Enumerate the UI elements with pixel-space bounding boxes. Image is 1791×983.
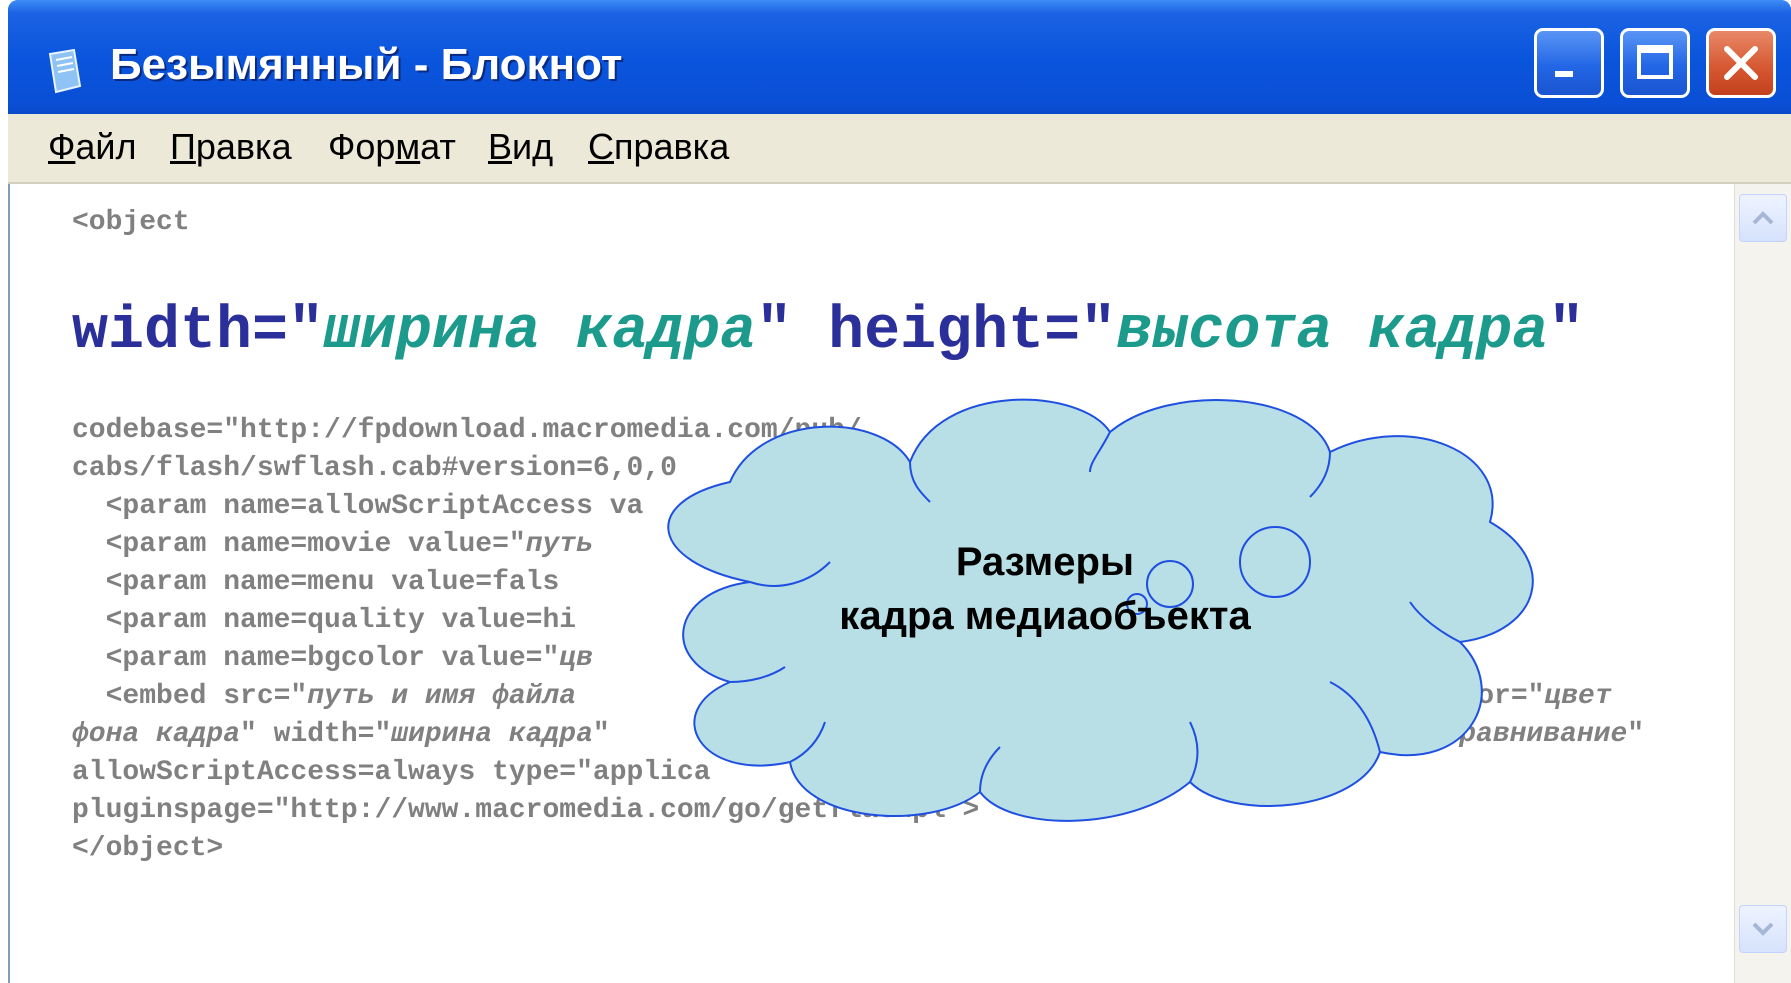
code-segment: путь и имя файла	[307, 681, 577, 712]
height-attr: " height="	[756, 298, 1117, 366]
title-bar[interactable]: Безымянный - Блокнот	[8, 0, 1791, 130]
code-segment: фона кадра	[72, 719, 241, 750]
code-line-l2: cabs/flash/swflash.cab#version=6,0,0	[72, 450, 677, 488]
code-segment: <param name=movie value="	[72, 529, 526, 560]
code-segment: </object>	[72, 833, 224, 864]
menu-format-rest: ат	[420, 126, 456, 167]
end-quote: "	[1548, 298, 1585, 366]
code-segment: cabs/flash/swflash.cab#version=6,0,0	[72, 453, 677, 484]
code-segment: <embed src="	[72, 681, 308, 712]
menu-format-accel: м	[395, 126, 421, 167]
code-line-l8a: <embed src="путь и имя файла	[72, 678, 577, 716]
scroll-down-button[interactable]	[1739, 905, 1787, 953]
close-button[interactable]	[1706, 28, 1776, 98]
scroll-up-button[interactable]	[1739, 194, 1787, 242]
callout-line-1: Размеры	[955, 540, 1135, 584]
maximize-button[interactable]	[1620, 28, 1690, 98]
menu-view-accel: В	[488, 126, 513, 167]
code-line-l12: </object>	[72, 830, 223, 868]
menu-edit[interactable]: Правка	[170, 126, 292, 168]
menu-file[interactable]: Файл	[48, 126, 137, 168]
callout-text: Размеры кадра медиаобъекта	[765, 535, 1325, 643]
code-segment: " width="	[240, 719, 392, 750]
code-segment: <param name=menu value=fals	[72, 567, 560, 598]
minimize-icon	[1555, 71, 1573, 77]
code-line-l9a: фона кадра" width="ширина кадра"	[72, 716, 610, 754]
minimize-button[interactable]	[1534, 28, 1604, 98]
window-title: Безымянный - Блокнот	[110, 40, 623, 89]
code-segment: <param name=allowScriptAccess va	[72, 491, 644, 522]
menu-edit-rest: равка	[195, 126, 292, 167]
code-line-l6: <param name=quality value=hi	[72, 602, 577, 640]
menu-format[interactable]: Формат	[328, 126, 456, 168]
vertical-scrollbar[interactable]	[1734, 184, 1791, 983]
menu-view-rest: ид	[512, 126, 554, 167]
code-line-l3: <param name=allowScriptAccess va	[72, 488, 644, 526]
height-value: высота кадра	[1116, 298, 1549, 366]
code-line-l7: <param name=bgcolor value="цв	[72, 640, 593, 678]
code-segment: путь	[525, 529, 593, 560]
menu-bar: Файл Правка Формат Вид Справка	[8, 114, 1791, 184]
chevron-down-icon	[1752, 922, 1774, 936]
width-attr: width="	[72, 298, 325, 366]
menu-file-accel: Ф	[48, 126, 76, 167]
menu-file-rest: айл	[75, 126, 137, 167]
code-line-l4: <param name=movie value="путь	[72, 526, 593, 564]
width-value: ширина кадра	[324, 298, 757, 366]
maximize-icon	[1637, 45, 1673, 79]
code-segment: <param name=quality value=hi	[72, 605, 577, 636]
code-segment: цв	[559, 643, 593, 674]
menu-edit-accel: П	[170, 126, 196, 167]
callout-line-2: кадра медиаобъекта	[839, 594, 1251, 638]
code-segment: ширина кадра	[391, 719, 593, 750]
notepad-icon	[48, 48, 82, 94]
menu-help-rest: правка	[614, 126, 730, 167]
menu-help-accel: С	[588, 126, 614, 167]
chevron-up-icon	[1752, 211, 1774, 225]
code-line-object-open: <object	[72, 207, 190, 238]
close-icon	[1724, 46, 1758, 80]
menu-help[interactable]: Справка	[588, 126, 729, 168]
code-segment: "	[1627, 719, 1645, 750]
code-line-dimensions: width="ширина кадра" height="высота кадр…	[72, 298, 1584, 366]
code-segment: <param name=bgcolor value="	[72, 643, 560, 674]
menu-view[interactable]: Вид	[488, 126, 553, 168]
code-line-l5: <param name=menu value=fals	[72, 564, 560, 602]
code-segment: "	[592, 719, 610, 750]
menu-format-pre: Фор	[328, 126, 396, 167]
